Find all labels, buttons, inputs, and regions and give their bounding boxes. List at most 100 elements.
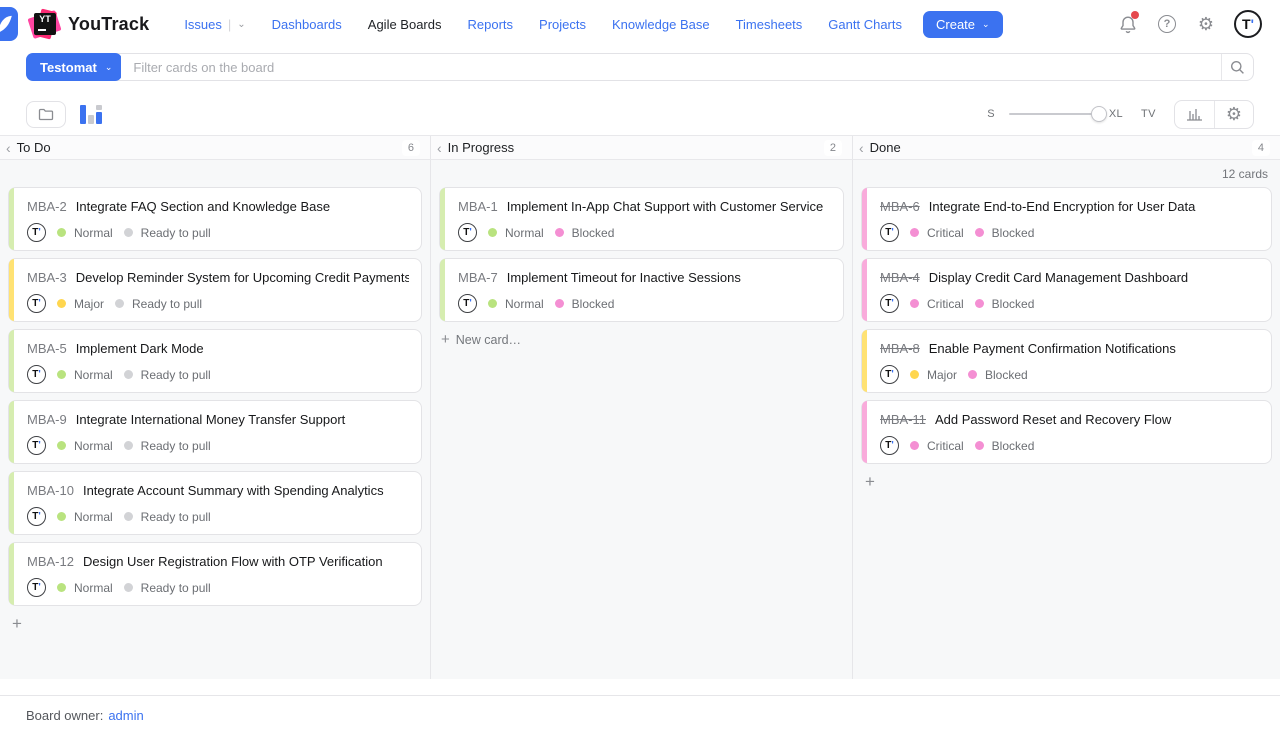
card-id[interactable]: MBA-10 [27, 483, 74, 498]
settings-button[interactable]: ⚙ [1195, 13, 1217, 35]
project-selector-button[interactable]: Testomat ⌄ [26, 53, 122, 81]
priority-stripe [9, 401, 14, 463]
add-card-button[interactable]: + [861, 471, 879, 492]
priority-dot [57, 512, 66, 521]
card-mba-11[interactable]: MBA-11 Add Password Reset and Recovery Fl… [861, 400, 1272, 464]
nav-item-agile-boards[interactable]: Agile Boards [355, 11, 455, 38]
card-meta: TMajorBlocked [880, 365, 1259, 384]
card-id[interactable]: MBA-7 [458, 270, 498, 285]
state-dot [555, 228, 564, 237]
card-id[interactable]: MBA-11 [880, 412, 926, 427]
top-header: YT YouTrack Issues|⌄ Dashboards Agile Boar… [0, 0, 1280, 48]
nav-item-gantt-charts[interactable]: Gantt Charts [815, 11, 915, 38]
collapse-column-icon[interactable]: ‹ [6, 141, 11, 155]
gear-icon: ⚙ [1226, 105, 1242, 123]
card-id[interactable]: MBA-5 [27, 341, 67, 356]
filter-pill: Testomat ⌄ [26, 53, 1254, 81]
collapse-column-icon[interactable]: ‹ [859, 141, 864, 155]
column-title: Done [870, 140, 901, 155]
card-mba-6[interactable]: MBA-6Integrate End-to-End Encryption for… [861, 187, 1272, 251]
card-size-slider[interactable] [1009, 113, 1099, 115]
card-title: Add Password Reset and Recovery Flow [935, 412, 1171, 427]
youtrack-logo-icon[interactable]: YT [32, 11, 59, 38]
assignee-avatar: T [27, 294, 46, 313]
filter-cards-input[interactable] [121, 54, 1221, 80]
new-card-label: New card… [456, 333, 521, 347]
state-dot [124, 370, 133, 379]
priority-dot [910, 228, 919, 237]
board-owner-link[interactable]: admin [108, 708, 143, 723]
card-id[interactable]: MBA-2 [27, 199, 67, 214]
state-label: Ready to pull [141, 368, 211, 382]
priority-label: Critical [927, 439, 964, 453]
help-button[interactable]: ? [1156, 13, 1178, 35]
app-switcher-button[interactable] [0, 7, 18, 41]
card-mba-4[interactable]: MBA-4Display Credit Card Management Dash… [861, 258, 1272, 322]
nav-item-timesheets[interactable]: Timesheets [723, 11, 816, 38]
slider-handle[interactable] [1091, 106, 1107, 122]
notifications-bell-button[interactable] [1117, 13, 1139, 35]
nav-item-dashboards[interactable]: Dashboards [259, 11, 355, 38]
card-meta: TMajorReady to pull [27, 294, 409, 313]
card-mba-8[interactable]: MBA-8Enable Payment Confirmation Notific… [861, 329, 1272, 393]
card-mba-9[interactable]: MBA-9Integrate International Money Trans… [8, 400, 422, 464]
nav-item-label: Knowledge Base [612, 17, 710, 32]
card-id[interactable]: MBA-12 [27, 554, 74, 569]
new-card-button[interactable]: +New card… [439, 329, 844, 350]
avatar-initial: T [463, 227, 472, 238]
card-header: MBA-10Integrate Account Summary with Spe… [27, 483, 409, 498]
state-label: Ready to pull [141, 581, 211, 595]
nav-item-reports[interactable]: Reports [455, 11, 527, 38]
card-id[interactable]: MBA-3 [27, 270, 67, 285]
card-header: MBA-1Implement In-App Chat Support with … [458, 199, 831, 214]
card-id[interactable]: MBA-1 [458, 199, 498, 214]
card-id[interactable]: MBA-4 [880, 270, 920, 285]
card-mba-7[interactable]: MBA-7Implement Timeout for Inactive Sess… [439, 258, 844, 322]
chevron-down-icon: ⌄ [237, 19, 245, 30]
burndown-chart-button[interactable] [1175, 101, 1214, 128]
card-header: MBA-12Design User Registration Flow with… [27, 554, 409, 569]
nav-item-issues[interactable]: Issues|⌄ [171, 11, 258, 38]
nav-item-knowledge-base[interactable]: Knowledge Base [599, 11, 723, 38]
state-label: Ready to pull [141, 226, 211, 240]
priority-stripe [440, 188, 445, 250]
column-in-progress: MBA-1Implement In-App Chat Support with … [431, 160, 853, 679]
nav-item-label: Dashboards [272, 17, 342, 32]
card-mba-2[interactable]: MBA-2Integrate FAQ Section and Knowledge… [8, 187, 422, 251]
card-header: MBA-3Develop Reminder System for Upcomin… [27, 270, 409, 285]
card-mba-10[interactable]: MBA-10Integrate Account Summary with Spe… [8, 471, 422, 535]
create-button[interactable]: Create ⌄ [923, 11, 1003, 38]
nav-item-projects[interactable]: Projects [526, 11, 599, 38]
chevron-down-icon: ⌄ [105, 62, 113, 73]
priority-dot [488, 299, 497, 308]
priority-dot [910, 441, 919, 450]
youtrack-wordmark[interactable]: YouTrack [68, 14, 149, 35]
board-chart-toggle[interactable] [80, 105, 103, 124]
filter-row: Testomat ⌄ [0, 48, 1280, 87]
card-id[interactable]: MBA-6 [880, 199, 920, 214]
priority-label: Major [927, 368, 957, 382]
search-button[interactable] [1221, 54, 1253, 80]
card-title: Implement Dark Mode [76, 341, 204, 356]
priority-stripe [862, 259, 867, 321]
card-id[interactable]: MBA-9 [27, 412, 67, 427]
user-avatar[interactable]: T [1234, 10, 1262, 38]
priority-dot [488, 228, 497, 237]
tv-mode-button[interactable]: TV [1141, 108, 1156, 120]
gear-icon: ⚙ [1198, 15, 1214, 33]
card-mba-3[interactable]: MBA-3Develop Reminder System for Upcomin… [8, 258, 422, 322]
priority-label: Normal [505, 297, 544, 311]
folder-icon [38, 108, 54, 121]
avatar-initial: T [32, 511, 41, 522]
add-card-button[interactable]: + [8, 613, 26, 634]
card-mba-1[interactable]: MBA-1Implement In-App Chat Support with … [439, 187, 844, 251]
collapse-column-icon[interactable]: ‹ [437, 141, 442, 155]
card-mba-12[interactable]: MBA-12Design User Registration Flow with… [8, 542, 422, 606]
sprints-folder-button[interactable] [26, 101, 66, 128]
card-id[interactable]: MBA-8 [880, 341, 920, 356]
board-settings-button[interactable]: ⚙ [1214, 101, 1253, 128]
card-mba-5[interactable]: MBA-5Implement Dark ModeTNormalReady to … [8, 329, 422, 393]
state-label: Blocked [572, 297, 615, 311]
state-dot [975, 299, 984, 308]
priority-label: Normal [505, 226, 544, 240]
